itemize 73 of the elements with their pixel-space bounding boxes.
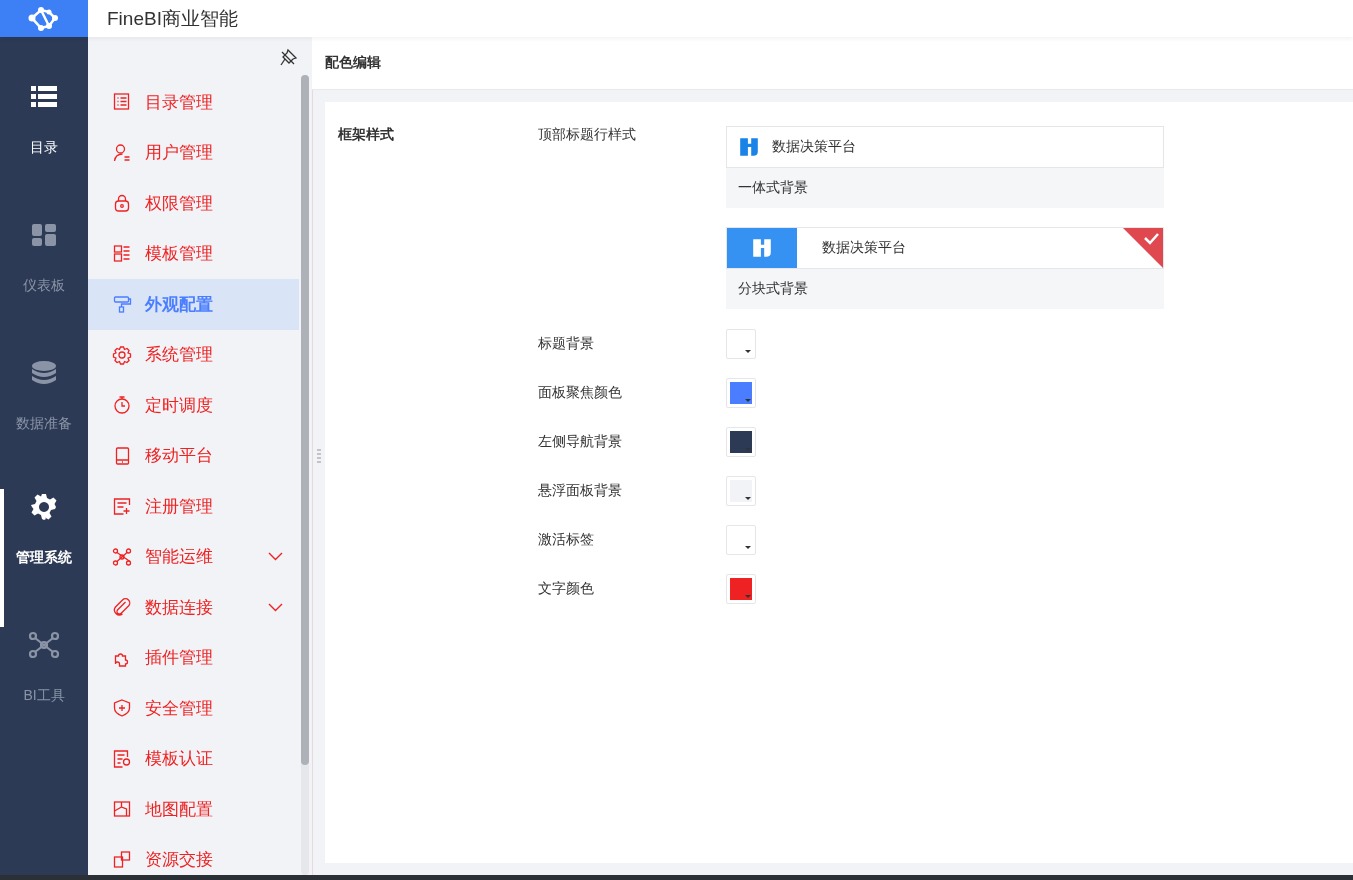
menu-item[interactable]: 模板管理 (88, 228, 299, 279)
gear-icon (112, 344, 132, 365)
menu-item[interactable]: 资源交接 (88, 834, 299, 880)
menu-item[interactable]: 系统管理 (88, 329, 299, 380)
option-caption: 一体式背景 (737, 178, 809, 197)
form-add-icon (112, 496, 132, 517)
menu-item[interactable]: 用户管理 (88, 127, 299, 178)
app-title: FineBI商业智能 (107, 6, 238, 31)
field-label: 面板聚焦颜色 (538, 384, 623, 402)
caret-icon (745, 399, 751, 402)
menu-item[interactable]: 注册管理 (88, 481, 299, 532)
option-caption: 分块式背景 (737, 279, 809, 298)
scrollbar-thumb[interactable] (301, 75, 309, 765)
field-label: 激活标签 (538, 531, 595, 549)
nodes-icon (112, 546, 132, 567)
map-icon (112, 799, 132, 820)
handover-icon (112, 849, 132, 870)
timer-icon (112, 395, 132, 416)
user-icon (112, 142, 132, 163)
color-picker[interactable] (726, 574, 756, 604)
selected-check-icon (1123, 228, 1163, 268)
preview-title: 数据决策平台 (772, 138, 856, 156)
pin-icon[interactable] (280, 48, 298, 66)
color-picker[interactable] (726, 378, 756, 408)
network-icon (29, 631, 59, 659)
field-label: 悬浮面板背景 (538, 482, 623, 500)
field-label: 文字颜色 (538, 580, 595, 598)
nav-tab[interactable]: BI工具 (0, 627, 88, 765)
menu-item[interactable]: 安全管理 (88, 683, 299, 734)
menu-item[interactable]: 移动平台 (88, 430, 299, 481)
color-picker[interactable] (726, 329, 756, 359)
caret-icon (745, 350, 751, 353)
paperclip-icon (112, 597, 132, 618)
menu-item[interactable]: 地图配置 (88, 784, 299, 835)
menu-item[interactable]: 目录管理 (88, 77, 299, 128)
menu-item[interactable]: 数据连接 (88, 582, 299, 633)
chevron-down-icon (268, 602, 283, 612)
field-label: 左侧导航背景 (538, 433, 623, 451)
list-icon (112, 92, 132, 113)
paint-roller-icon (112, 294, 132, 315)
style-option[interactable]: 数据决策平台 分块式背景 (726, 227, 1164, 309)
menu-item[interactable]: 权限管理 (88, 178, 299, 229)
shield-icon (112, 698, 132, 719)
menu-item[interactable]: 插件管理 (88, 632, 299, 683)
certificate-icon (112, 748, 132, 769)
menu-item[interactable]: 外观配置 (88, 279, 299, 330)
chevron-down-icon (268, 552, 283, 562)
field-label: 顶部标题行样式 (538, 126, 637, 144)
template-icon (112, 243, 132, 264)
caret-icon (745, 546, 751, 549)
caret-icon (745, 448, 751, 451)
color-picker[interactable] (726, 427, 756, 457)
menu-item[interactable]: 智能运维 (88, 531, 299, 582)
app-logo-icon (738, 136, 760, 158)
nav-tab[interactable]: 仪表板 (0, 217, 88, 355)
resize-handle-icon[interactable] (317, 449, 321, 463)
menu-item[interactable]: 模板认证 (88, 733, 299, 784)
app-logo-icon (751, 237, 773, 259)
style-option[interactable]: 数据决策平台 一体式背景 (726, 126, 1164, 208)
page-title: 配色编辑 (325, 54, 381, 72)
database-icon (32, 359, 56, 387)
color-picker[interactable] (726, 476, 756, 506)
color-picker[interactable] (726, 525, 756, 555)
nav-tab[interactable]: 目录 (0, 79, 88, 217)
section-label: 框架样式 (338, 126, 395, 144)
caret-icon (745, 497, 751, 500)
caret-icon (745, 595, 751, 598)
menu-item[interactable]: 定时调度 (88, 380, 299, 431)
field-label: 标题背景 (538, 335, 595, 353)
settings-icon (31, 493, 57, 521)
preview-title: 数据决策平台 (822, 239, 906, 257)
dashboard-icon (32, 221, 56, 249)
lock-icon (112, 193, 132, 214)
